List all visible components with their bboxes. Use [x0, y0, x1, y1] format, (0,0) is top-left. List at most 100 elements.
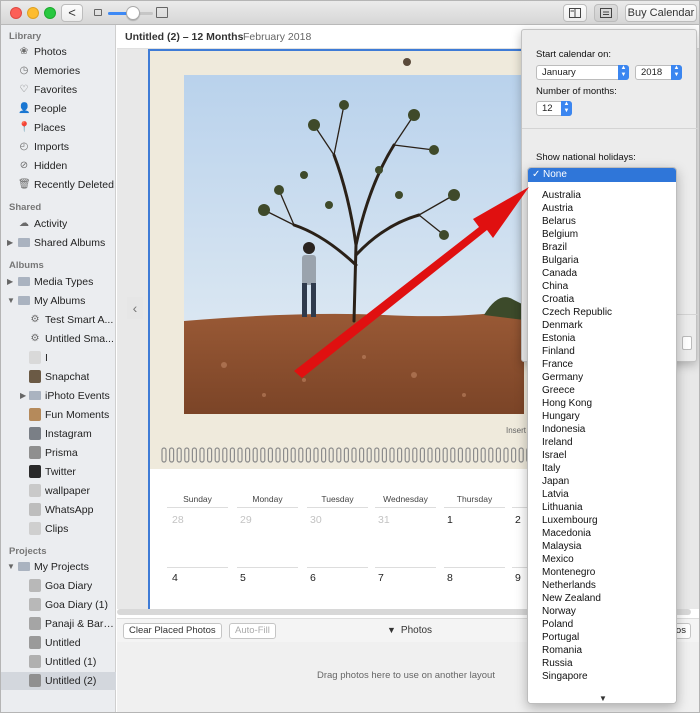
holiday-option[interactable]: Israel — [542, 450, 566, 461]
day-cell[interactable]: 4 — [172, 572, 178, 584]
day-cell[interactable]: 8 — [447, 572, 453, 584]
holiday-option[interactable]: Finland — [542, 346, 575, 357]
holiday-option[interactable]: Austria — [542, 203, 573, 214]
day-cell[interactable]: 30 — [310, 514, 322, 526]
sidebar-item-snapchat[interactable]: Snapchat — [1, 368, 116, 386]
holiday-option[interactable]: Singapore — [542, 671, 588, 682]
previous-page-button[interactable]: ‹ — [127, 297, 143, 319]
sidebar-item-my-albums[interactable]: ▼ My Albums — [1, 292, 116, 310]
back-button[interactable]: < — [61, 4, 83, 22]
buy-calendar-button[interactable]: Buy Calendar — [625, 4, 697, 22]
day-cell[interactable]: 9 — [515, 572, 521, 584]
sidebar-item-my-projects[interactable]: ▼ My Projects — [1, 558, 116, 576]
sidebar-item-recently-deleted[interactable]: 🗑 Recently Deleted — [1, 176, 116, 194]
sidebar-item-twitter[interactable]: Twitter — [1, 463, 116, 481]
holiday-option[interactable]: Montenegro — [542, 567, 595, 578]
zoom-window-button[interactable] — [44, 7, 56, 19]
holiday-option[interactable]: Ireland — [542, 437, 573, 448]
number-of-months-select[interactable]: 12 ▲ ▼ — [536, 101, 572, 116]
holiday-option[interactable]: Portugal — [542, 632, 579, 643]
sidebar-item-iphoto-events[interactable]: ▶ iPhoto Events — [1, 387, 116, 405]
holiday-option[interactable]: Belarus — [542, 216, 576, 227]
sidebar-item-prisma[interactable]: Prisma — [1, 444, 116, 462]
sidebar-item-hidden[interactable]: ⊘ Hidden — [1, 157, 116, 175]
holiday-option[interactable]: Latvia — [542, 489, 569, 500]
disclosure-triangle-icon[interactable]: ▶ — [7, 273, 13, 291]
day-cell[interactable]: 7 — [378, 572, 384, 584]
holiday-option[interactable]: Macedonia — [542, 528, 591, 539]
holiday-option[interactable]: Indonesia — [542, 424, 585, 435]
holiday-option[interactable]: Mexico — [542, 554, 574, 565]
disclosure-triangle-icon[interactable]: ▼ — [7, 292, 15, 310]
start-month-select[interactable]: January ▲ ▼ — [536, 65, 629, 80]
disclosure-triangle-icon[interactable]: ▶ — [7, 234, 13, 252]
zoom-slider-knob[interactable] — [126, 6, 140, 20]
holiday-option[interactable]: Australia — [542, 190, 581, 201]
popover-option-checkbox[interactable] — [682, 336, 692, 350]
photos-tray-toggle[interactable]: ▼ Photos — [387, 625, 432, 636]
sidebar-item-goa-diary-1[interactable]: Goa Diary (1) — [1, 596, 116, 614]
sidebar-item-favorites[interactable]: ♡ Favorites — [1, 81, 116, 99]
holiday-option[interactable]: Brazil — [542, 242, 567, 253]
sidebar-item-shared-albums[interactable]: ▶ Shared Albums — [1, 234, 116, 252]
holiday-option[interactable]: China — [542, 281, 568, 292]
sidebar-item-instagram[interactable]: Instagram — [1, 425, 116, 443]
layout-button[interactable] — [563, 4, 587, 22]
disclosure-triangle-icon[interactable]: ▶ — [20, 387, 26, 405]
holiday-option[interactable]: Russia — [542, 658, 573, 669]
sidebar-item-activity[interactable]: ☁ Activity — [1, 215, 116, 233]
sidebar-item-media-types[interactable]: ▶ Media Types — [1, 273, 116, 291]
holiday-option-selected[interactable]: ✓ None — [528, 168, 676, 182]
day-cell[interactable]: 2 — [515, 514, 521, 526]
day-cell[interactable]: 5 — [240, 572, 246, 584]
holiday-option[interactable]: Malaysia — [542, 541, 581, 552]
disclosure-triangle-icon[interactable]: ▼ — [7, 558, 15, 576]
holiday-option[interactable]: Hungary — [542, 411, 580, 422]
day-cell[interactable]: 28 — [172, 514, 184, 526]
sidebar-item-goa-diary[interactable]: Goa Diary — [1, 577, 116, 595]
holiday-option[interactable]: Canada — [542, 268, 577, 279]
national-holidays-dropdown[interactable]: ✓ None Australia Austria Belarus Belgium Bra… — [527, 167, 677, 704]
sidebar-item-imports[interactable]: ◴ Imports — [1, 138, 116, 156]
holiday-option[interactable]: Poland — [542, 619, 573, 630]
holiday-option[interactable]: France — [542, 359, 573, 370]
sidebar-item-fun-moments[interactable]: Fun Moments — [1, 406, 116, 424]
holiday-option[interactable]: Greece — [542, 385, 575, 396]
calendar-photo[interactable] — [184, 75, 524, 414]
sidebar-item-untitled-smart-album[interactable]: ⚙ Untitled Sma... — [1, 330, 116, 348]
holiday-option[interactable]: Germany — [542, 372, 583, 383]
holiday-option[interactable]: Denmark — [542, 320, 583, 331]
sidebar-item-test-smart-album[interactable]: ⚙ Test Smart A... — [1, 311, 116, 329]
sidebar-item-album-i[interactable]: I — [1, 349, 116, 367]
day-cell[interactable]: 29 — [240, 514, 252, 526]
holiday-option[interactable]: Estonia — [542, 333, 575, 344]
sidebar-item-untitled-1[interactable]: Untitled (1) — [1, 653, 116, 671]
close-window-button[interactable] — [10, 7, 22, 19]
holiday-option[interactable]: Hong Kong — [542, 398, 592, 409]
day-cell[interactable]: 31 — [378, 514, 390, 526]
holiday-option[interactable]: Japan — [542, 476, 569, 487]
sidebar-item-places[interactable]: 📍 Places — [1, 119, 116, 137]
holiday-option[interactable]: New Zealand — [542, 593, 601, 604]
holiday-option[interactable]: Romania — [542, 645, 582, 656]
holiday-option[interactable]: Bulgaria — [542, 255, 579, 266]
holiday-option[interactable]: Luxembourg — [542, 515, 598, 526]
sidebar-item-untitled-2[interactable]: Untitled (2) — [1, 672, 116, 690]
holiday-option[interactable]: Czech Republic — [542, 307, 612, 318]
holiday-option[interactable]: Belgium — [542, 229, 578, 240]
day-cell[interactable]: 6 — [310, 572, 316, 584]
sidebar-item-photos[interactable]: ❀ Photos — [1, 43, 116, 61]
sidebar-item-people[interactable]: 👤 People — [1, 100, 116, 118]
sidebar-item-whatsapp[interactable]: WhatsApp — [1, 501, 116, 519]
holiday-option[interactable]: Lithuania — [542, 502, 583, 513]
sidebar-item-memories[interactable]: ◷ Memories — [1, 62, 116, 80]
holiday-option[interactable]: Croatia — [542, 294, 574, 305]
calendar-settings-button[interactable] — [594, 4, 618, 22]
sidebar-item-untitled[interactable]: Untitled — [1, 634, 116, 652]
sidebar-item-wallpaper[interactable]: wallpaper — [1, 482, 116, 500]
minimize-window-button[interactable] — [27, 7, 39, 19]
auto-fill-button[interactable]: Auto-Fill — [229, 623, 276, 639]
scroll-down-arrow-icon[interactable]: ▼ — [528, 692, 676, 703]
holiday-option[interactable]: Italy — [542, 463, 560, 474]
day-cell[interactable]: 1 — [447, 514, 453, 526]
